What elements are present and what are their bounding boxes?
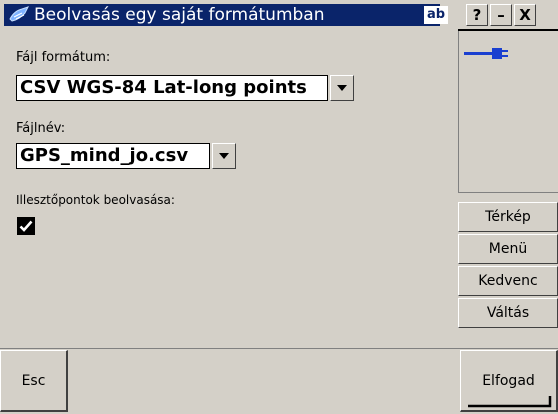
title-bar: Beolvasás egy saját formátumban ab ? – X [0,0,558,31]
side-panel [458,31,558,193]
chevron-down-icon [219,153,229,159]
control-points-label: Illesztőpontok beolvasása: [16,193,175,207]
file-name-select[interactable]: GPS_mind_jo.csv [16,143,210,169]
accept-button-label: Elfogad [482,373,535,389]
file-format-dropdown-button[interactable] [330,75,354,101]
window-title: Beolvasás egy saját formátumban [34,5,325,25]
file-name-value: GPS_mind_jo.csv [20,145,189,166]
file-format-label: Fájl formátum: [16,50,111,65]
enter-corner-icon [468,396,552,408]
app-icon [9,6,29,22]
control-points-checkbox[interactable] [17,217,35,235]
chevron-down-icon [337,85,347,91]
side-button-map[interactable]: Térkép [458,202,558,232]
checkmark-icon [19,220,33,232]
close-button[interactable]: X [514,4,536,26]
file-format-value: CSV WGS-84 Lat-long points [20,77,307,98]
cable-plug-icon [464,48,508,59]
file-name-dropdown-button[interactable] [212,143,236,169]
input-mode-indicator[interactable]: ab [424,6,449,24]
help-button[interactable]: ? [466,4,488,26]
side-button-menu[interactable]: Menü [458,234,558,264]
file-format-select[interactable]: CSV WGS-84 Lat-long points [16,75,328,101]
side-button-switch[interactable]: Váltás [458,298,558,328]
file-name-label: Fájlnév: [16,121,66,136]
accept-button[interactable]: Elfogad [460,350,558,412]
esc-button[interactable]: Esc [0,350,68,412]
minimize-button[interactable]: – [490,4,512,26]
side-button-favorite[interactable]: Kedvenc [458,266,558,296]
